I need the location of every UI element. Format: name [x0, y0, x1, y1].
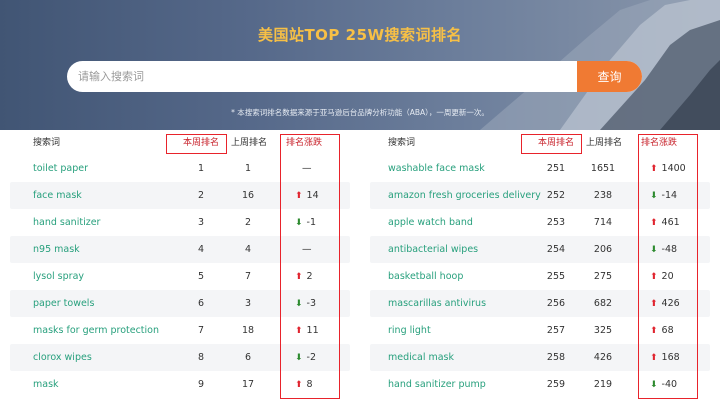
keyword-link[interactable]: apple watch band [388, 209, 473, 236]
this-week-rank: 8 [197, 352, 205, 363]
keyword-link[interactable]: clorox wipes [33, 344, 92, 371]
last-week-rank: 682 [593, 298, 613, 309]
keyword-link[interactable]: mascarillas antivirus [388, 290, 486, 317]
page-title: 美国站TOP 25W搜索词排名 [257, 26, 463, 44]
last-week-rank: 325 [593, 325, 613, 336]
keyword-link[interactable]: ring light [388, 317, 431, 344]
keyword-link[interactable]: toilet paper [33, 155, 88, 182]
hero-banner: 美国站TOP 25W搜索词排名 查询 * 本搜索词排名数据来源于亚马逊后台品牌分… [0, 0, 720, 130]
keyword-link[interactable]: hand sanitizer pump [388, 371, 486, 398]
keyword-link[interactable]: mask [33, 371, 59, 398]
last-week-rank: 6 [244, 352, 252, 363]
keyword-link[interactable]: paper towels [33, 290, 94, 317]
last-week-rank: 18 [241, 325, 255, 336]
search-input[interactable] [67, 61, 577, 92]
last-week-rank: 206 [593, 244, 613, 255]
last-week-rank: 714 [593, 217, 613, 228]
highlight-box-this-week-left [166, 134, 227, 154]
this-week-rank: 259 [546, 379, 566, 390]
this-week-rank: 5 [197, 271, 205, 282]
last-week-rank: 1 [244, 163, 252, 174]
keyword-link[interactable]: basketball hoop [388, 263, 463, 290]
ranking-tables: 搜索词 本周排名 上周排名 排名涨跌 toilet paper 1 1— face m… [0, 130, 720, 401]
keyword-link[interactable]: amazon fresh groceries delivery [388, 182, 541, 209]
keyword-link[interactable]: medical mask [388, 344, 454, 371]
last-week-rank: 4 [244, 244, 252, 255]
keyword-link[interactable]: lysol spray [33, 263, 84, 290]
last-week-rank: 238 [593, 190, 613, 201]
this-week-rank: 256 [546, 298, 566, 309]
search-button[interactable]: 查询 [577, 61, 642, 92]
this-week-rank: 6 [197, 298, 205, 309]
keyword-link[interactable]: n95 mask [33, 236, 80, 263]
search-bar: 查询 [67, 61, 642, 92]
header-last-week[interactable]: 上周排名 [231, 130, 267, 157]
keyword-link[interactable]: antibacterial wipes [388, 236, 478, 263]
this-week-rank: 2 [197, 190, 205, 201]
header-last-week[interactable]: 上周排名 [586, 130, 622, 157]
last-week-rank: 7 [244, 271, 252, 282]
highlight-box-this-week-right [521, 134, 582, 154]
last-week-rank: 2 [244, 217, 252, 228]
this-week-rank: 257 [546, 325, 566, 336]
this-week-rank: 252 [546, 190, 566, 201]
this-week-rank: 251 [546, 163, 566, 174]
last-week-rank: 17 [241, 379, 255, 390]
this-week-rank: 4 [197, 244, 205, 255]
this-week-rank: 9 [197, 379, 205, 390]
keyword-link[interactable]: hand sanitizer [33, 209, 100, 236]
last-week-rank: 16 [241, 190, 255, 201]
header-keyword: 搜索词 [388, 138, 416, 148]
highlight-box-change-left [280, 134, 340, 399]
last-week-rank: 1651 [590, 163, 616, 174]
this-week-rank: 253 [546, 217, 566, 228]
highlight-box-change-right [638, 134, 698, 399]
header-keyword: 搜索词 [33, 138, 61, 148]
this-week-rank: 255 [546, 271, 566, 282]
this-week-rank: 3 [197, 217, 205, 228]
this-week-rank: 7 [197, 325, 205, 336]
this-week-rank: 1 [197, 163, 205, 174]
last-week-rank: 426 [593, 352, 613, 363]
last-week-rank: 3 [244, 298, 252, 309]
keyword-link[interactable]: washable face mask [388, 155, 485, 182]
last-week-rank: 275 [593, 271, 613, 282]
keyword-link[interactable]: masks for germ protection [33, 317, 159, 344]
this-week-rank: 258 [546, 352, 566, 363]
last-week-rank: 219 [593, 379, 613, 390]
keyword-link[interactable]: face mask [33, 182, 82, 209]
this-week-rank: 254 [546, 244, 566, 255]
data-source-note: * 本搜索词排名数据来源于亚马逊后台品牌分析功能（ABA），一周更新一次。 [231, 108, 489, 117]
